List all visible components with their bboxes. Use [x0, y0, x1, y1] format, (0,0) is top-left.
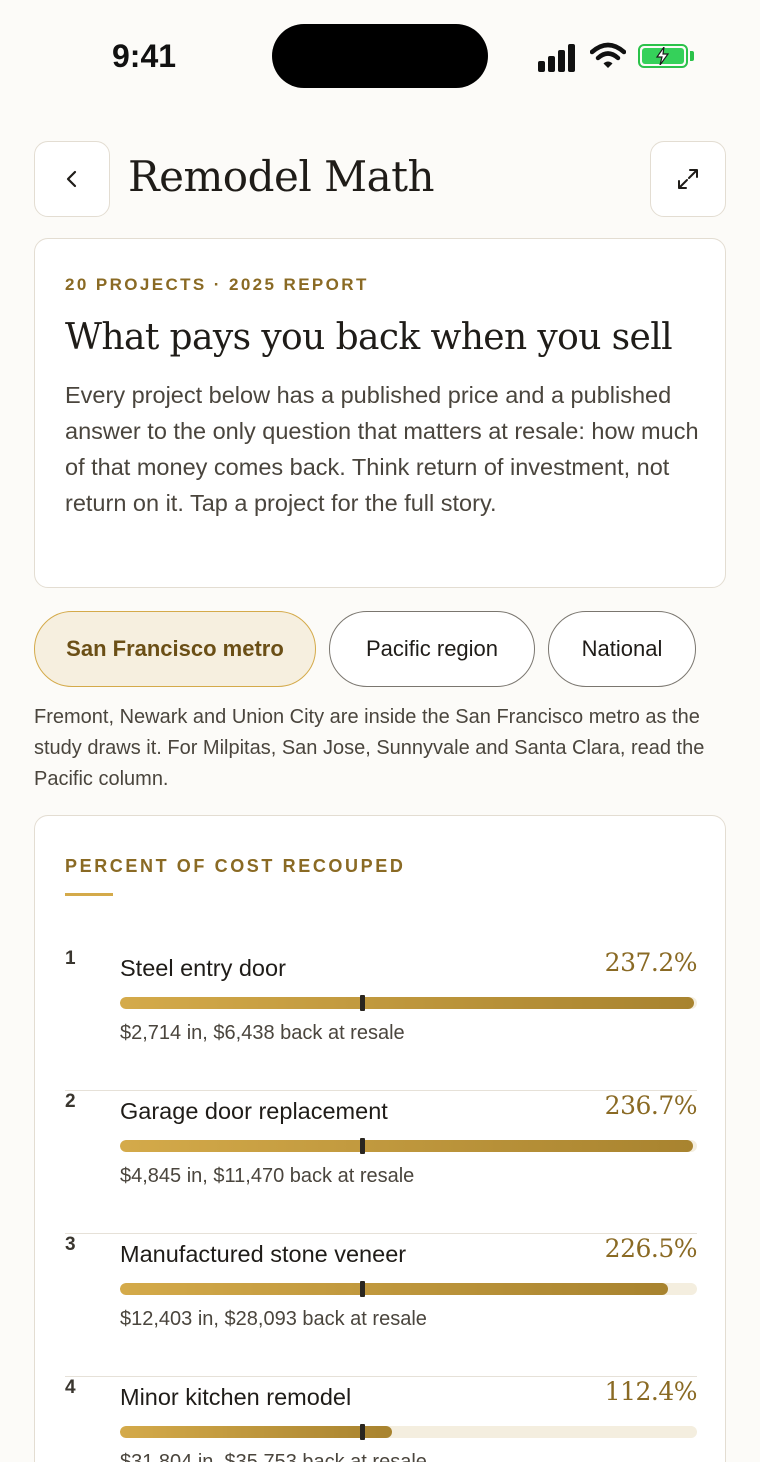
project-rank: 1 [65, 948, 76, 969]
region-note: Fremont, Newark and Union City are insid… [34, 706, 705, 790]
percent-bar-fill [120, 1426, 392, 1438]
page-title: Remodel Math [128, 152, 435, 201]
wifi-icon [590, 42, 626, 68]
filter-pill-san-francisco-metro[interactable]: San Francisco metro [34, 611, 316, 687]
intro-card: 20 PROJECTS · 2025 REPORT What pays you … [34, 238, 726, 588]
status-bar: 9:41 [0, 0, 760, 110]
battery-icon [638, 44, 688, 68]
intro-eyebrow: 20 PROJECTS · 2025 REPORT [65, 275, 369, 294]
project-detail: $31,804 in, $35,753 back at resale [120, 1451, 427, 1462]
project-detail: $4,845 in, $11,470 back at resale [120, 1165, 415, 1187]
status-icons [538, 40, 698, 72]
battery-cap [690, 51, 694, 61]
back-button[interactable] [34, 141, 110, 217]
expand-button[interactable] [650, 141, 726, 217]
project-percent: 226.5% [604, 1234, 698, 1263]
dynamic-island [272, 24, 488, 88]
project-row[interactable]: 2 Garage door replacement 236.7% $4,845 … [65, 1091, 698, 1234]
project-row[interactable]: 3 Manufactured stone veneer 226.5% $12,4… [65, 1234, 698, 1377]
status-time: 9:41 [112, 38, 177, 74]
project-name: Minor kitchen remodel [120, 1384, 352, 1410]
breakeven-marker [360, 995, 365, 1011]
project-percent: 236.7% [604, 1091, 698, 1120]
expand-icon [678, 169, 698, 189]
breakeven-marker [360, 1424, 365, 1440]
percent-bar-fill [120, 1140, 693, 1152]
project-name: Garage door replacement [120, 1098, 388, 1124]
list-heading-rule [65, 893, 113, 896]
project-name: Steel entry door [120, 955, 286, 981]
percent-bar-track [120, 997, 697, 1009]
project-name: Manufactured stone veneer [120, 1241, 407, 1267]
project-row[interactable]: 1 Steel entry door 237.2% $2,714 in, $6,… [65, 948, 698, 1091]
project-detail: $12,403 in, $28,093 back at resale [120, 1308, 427, 1330]
percent-bar-track [120, 1140, 697, 1152]
intro-headline: What pays you back when you sell [65, 317, 673, 358]
percent-bar-fill [120, 997, 695, 1009]
project-rank: 4 [65, 1377, 76, 1398]
percent-bar-track [120, 1283, 697, 1295]
breakeven-marker [360, 1281, 365, 1297]
project-rank: 3 [65, 1234, 76, 1255]
breakeven-marker [360, 1138, 365, 1154]
filter-pill-pacific-region[interactable]: Pacific region [329, 611, 535, 687]
project-percent: 237.2% [604, 948, 698, 977]
intro-body: Every project below has a published pric… [65, 382, 699, 516]
list-heading: PERCENT OF COST RECOUPED [65, 856, 406, 876]
recoup-list-card: PERCENT OF COST RECOUPED 1 Steel entry d… [34, 815, 726, 1462]
project-percent: 112.4% [604, 1377, 698, 1406]
project-detail: $2,714 in, $6,438 back at resale [120, 1022, 405, 1044]
percent-bar-track [120, 1426, 697, 1438]
filter-pill-national[interactable]: National [548, 611, 696, 687]
project-row[interactable]: 4 Minor kitchen remodel 112.4% $31,804 i… [65, 1377, 698, 1462]
chevron-left-icon [66, 170, 77, 188]
project-rank: 2 [65, 1091, 76, 1112]
percent-bar-fill [120, 1283, 669, 1295]
